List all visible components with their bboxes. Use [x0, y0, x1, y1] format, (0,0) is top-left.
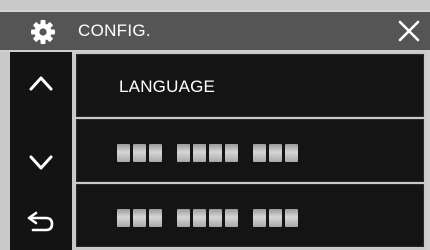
placeholder-text-blocks: [117, 209, 301, 227]
title-bar: CONFIG.: [0, 10, 430, 52]
page-title: CONFIG.: [78, 21, 151, 40]
placeholder-text-blocks: [117, 144, 301, 162]
scroll-down-button[interactable]: [10, 154, 72, 172]
return-arrow-icon: [10, 210, 72, 234]
gear-icon: [30, 19, 56, 45]
sidebar: [10, 52, 72, 250]
menu-list: LANGUAGE: [76, 52, 426, 250]
scroll-up-button[interactable]: [10, 74, 72, 92]
menu-item-label: LANGUAGE: [119, 77, 216, 96]
chevron-up-icon: [10, 74, 72, 92]
menu-item-placeholder[interactable]: [76, 184, 424, 247]
close-icon[interactable]: [396, 18, 422, 44]
return-button[interactable]: [10, 210, 72, 234]
menu-item-language[interactable]: LANGUAGE: [76, 54, 424, 117]
chevron-down-icon: [10, 154, 72, 172]
frame-edge: [426, 52, 430, 250]
menu-item-placeholder[interactable]: [76, 119, 424, 182]
